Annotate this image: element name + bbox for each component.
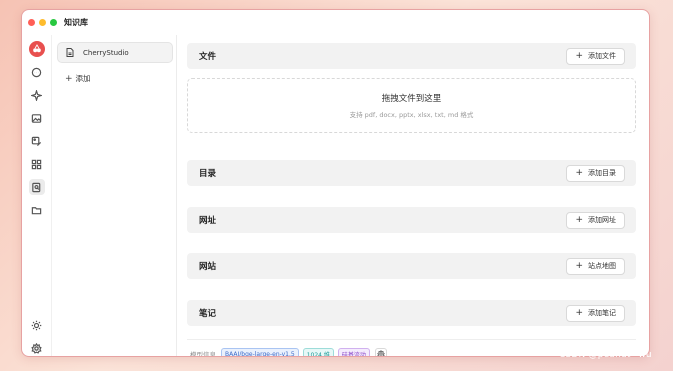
settings-nav[interactable] bbox=[29, 340, 45, 356]
knowledge-base-list: CherryStudio + 添加 bbox=[51, 35, 177, 356]
book-search-icon bbox=[32, 182, 41, 192]
sitemap-label: 站点地图 bbox=[588, 262, 616, 270]
directory-title: 目录 bbox=[199, 169, 217, 179]
footer-divider bbox=[187, 339, 636, 340]
nav-knowledge[interactable] bbox=[28, 179, 45, 195]
sidebar-bottom bbox=[22, 317, 51, 356]
app-logo[interactable] bbox=[28, 41, 45, 57]
csdn-watermark: CSDN @peanut~wu bbox=[559, 350, 652, 360]
sun-icon bbox=[31, 320, 42, 330]
app-window: 知识库 CherryStudio + 添加 文件 + 添加文件 拖拽文件到这里 … bbox=[21, 9, 650, 357]
nav-agents[interactable] bbox=[29, 87, 45, 103]
minimize-window-button[interactable] bbox=[39, 19, 46, 26]
notes-section: 笔记 + 添加笔记 bbox=[187, 300, 636, 326]
plus-icon: + bbox=[575, 261, 583, 271]
model-info-bar: 模型信息 BAAI/bge-large-en-v1.5 1024 维 硅基流动 bbox=[190, 348, 387, 357]
notes-title: 笔记 bbox=[199, 309, 217, 319]
sparkle-icon bbox=[31, 89, 42, 101]
maximize-window-button[interactable] bbox=[50, 19, 57, 26]
plus-icon: + bbox=[575, 308, 583, 318]
website-title: 网站 bbox=[199, 262, 217, 272]
add-note-button[interactable]: + 添加笔记 bbox=[566, 304, 625, 322]
model-info-label: 模型信息 bbox=[190, 351, 216, 357]
dropzone-title: 拖拽文件到这里 bbox=[381, 94, 442, 104]
cherry-logo-icon bbox=[32, 44, 41, 53]
url-section: 网址 + 添加网址 bbox=[187, 207, 636, 233]
plus-icon: + bbox=[575, 51, 583, 61]
folder-icon bbox=[31, 206, 42, 214]
nav-chat[interactable] bbox=[29, 64, 45, 80]
add-file-label: 添加文件 bbox=[588, 52, 616, 60]
add-note-label: 添加笔记 bbox=[588, 309, 616, 317]
model-name-tag: BAAI/bge-large-en-v1.5 bbox=[221, 348, 299, 356]
title-bar: 知识库 bbox=[22, 10, 649, 35]
gear-icon bbox=[31, 342, 42, 354]
plus-icon: + bbox=[575, 215, 583, 225]
dimensions-tag: 1024 维 bbox=[302, 348, 334, 356]
website-section: 网站 + 站点地图 bbox=[187, 253, 636, 279]
theme-toggle[interactable] bbox=[29, 317, 45, 333]
plus-icon: + bbox=[575, 168, 583, 178]
close-window-button[interactable] bbox=[28, 19, 35, 26]
dropzone-subtitle: 支持 pdf, docx, pptx, xlsx, txt, md 格式 bbox=[349, 111, 474, 119]
knowledge-content: 文件 + 添加文件 拖拽文件到这里 支持 pdf, docx, pptx, xl… bbox=[177, 35, 649, 357]
chat-bubble-icon bbox=[31, 67, 42, 77]
nav-files[interactable] bbox=[29, 202, 45, 218]
file-dropzone[interactable]: 拖拽文件到这里 支持 pdf, docx, pptx, xlsx, txt, m… bbox=[187, 78, 636, 133]
image-edit-icon bbox=[31, 136, 42, 146]
url-title: 网址 bbox=[199, 216, 217, 226]
add-kb-label: 添加 bbox=[75, 74, 91, 83]
add-directory-button[interactable]: + 添加目录 bbox=[566, 164, 625, 182]
add-knowledge-base-button[interactable]: + 添加 bbox=[65, 73, 91, 84]
grid-icon bbox=[31, 159, 42, 169]
document-icon bbox=[66, 48, 74, 57]
plus-icon: + bbox=[65, 73, 73, 84]
sidebar-nav bbox=[22, 35, 51, 356]
add-url-button[interactable]: + 添加网址 bbox=[566, 211, 625, 229]
sitemap-button[interactable]: + 站点地图 bbox=[566, 257, 625, 275]
kb-item-cherrystudio[interactable]: CherryStudio bbox=[57, 42, 173, 63]
nav-paintings[interactable] bbox=[29, 110, 45, 126]
image-icon bbox=[31, 113, 42, 123]
provider-tag: 硅基流动 bbox=[337, 348, 370, 356]
add-file-button[interactable]: + 添加文件 bbox=[566, 47, 625, 65]
files-title: 文件 bbox=[199, 52, 217, 62]
window-title: 知识库 bbox=[64, 18, 88, 27]
nav-translate[interactable] bbox=[29, 133, 45, 149]
model-settings-button[interactable] bbox=[374, 348, 387, 356]
files-section: 文件 + 添加文件 bbox=[187, 43, 636, 69]
nav-apps[interactable] bbox=[29, 156, 45, 172]
kb-item-label: CherryStudio bbox=[83, 48, 129, 57]
add-directory-label: 添加目录 bbox=[588, 169, 616, 177]
add-url-label: 添加网址 bbox=[588, 216, 616, 224]
directory-section: 目录 + 添加目录 bbox=[187, 160, 636, 186]
gear-icon bbox=[377, 350, 385, 356]
